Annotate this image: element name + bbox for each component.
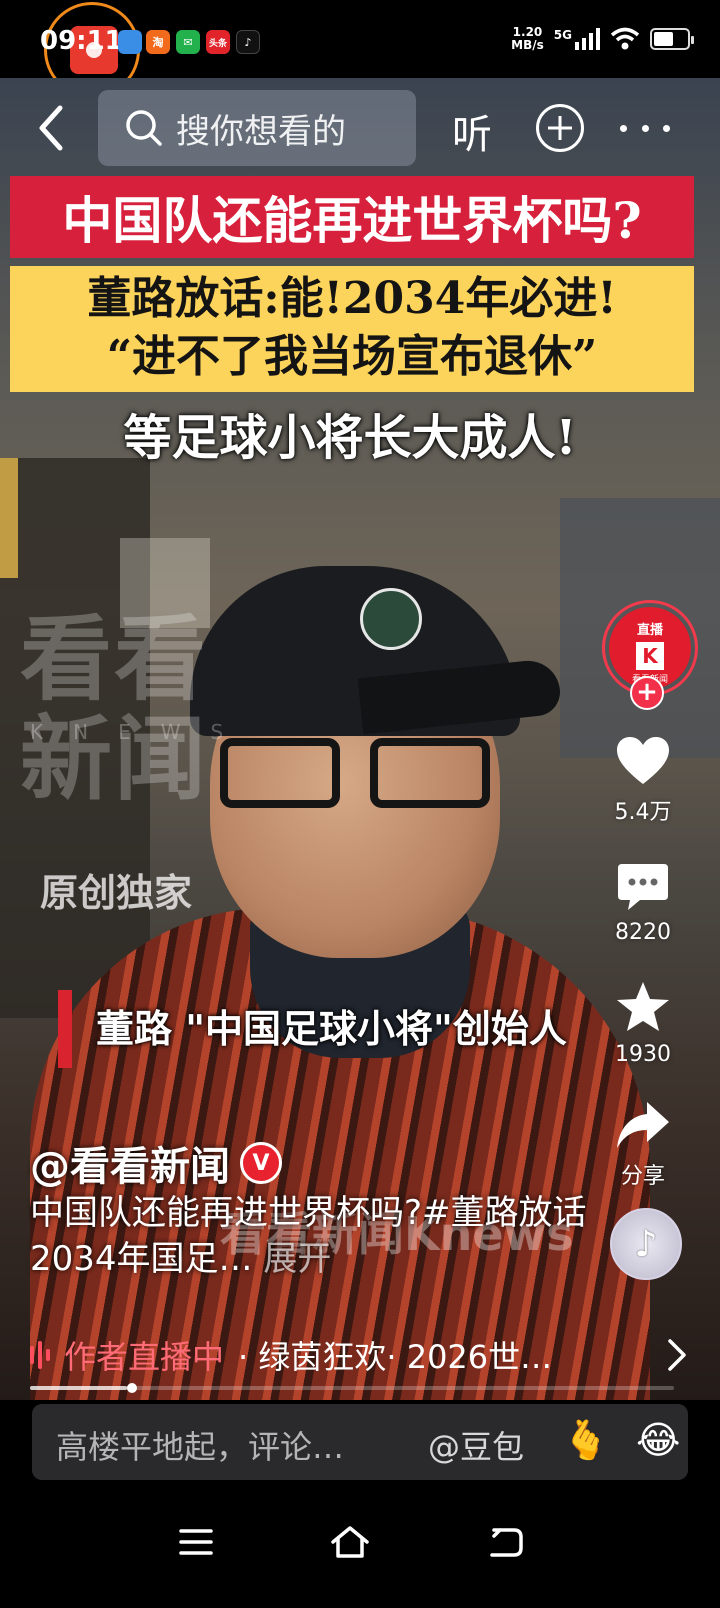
back-arrow-icon[interactable] (30, 102, 74, 154)
signal-icon (575, 28, 600, 50)
comment-count: 8220 (615, 920, 671, 945)
share-button[interactable]: 分享 (600, 1100, 686, 1190)
chevron-right-icon (668, 1339, 686, 1371)
music-disc-icon[interactable]: ♪ (610, 1208, 682, 1280)
share-label: 分享 (620, 1164, 665, 1189)
more-options-icon[interactable] (620, 108, 670, 148)
progress-fill (30, 1386, 127, 1390)
emoji-heart-hands-button[interactable]: 🫰 (562, 1418, 609, 1463)
mention-doubao-button[interactable]: @豆包 (428, 1422, 524, 1468)
watermark-logo: 看看新闻 (20, 606, 209, 813)
live-wave-icon (30, 1340, 50, 1370)
network-speed: 1.20 MB/s (511, 25, 544, 52)
playback-progress-bar[interactable] (30, 1383, 674, 1393)
home-icon[interactable] (318, 1510, 382, 1574)
live-tag: 直播 (636, 623, 663, 638)
cap-badge (360, 588, 422, 650)
network-type: 5G (553, 28, 572, 42)
status-bar: 09:11 淘 ✉ 头条 ♪ 1.20 MB/s 5G (0, 0, 720, 98)
listen-button[interactable]: 听 (452, 102, 492, 160)
author-row: @看看新闻 V (30, 1134, 282, 1192)
headline-yellow-line-2: “进不了我当场宣布退休” (106, 331, 598, 382)
headline-yellow-banner: 董路放话:能!2034年必进! “进不了我当场宣布退休” (10, 266, 694, 392)
status-time: 09:11 (40, 26, 123, 56)
notification-app-icon (118, 30, 142, 54)
top-nav: 搜你想看的 听 (0, 88, 720, 168)
live-info: · 绿茵狂欢· 2026世… (238, 1338, 553, 1376)
video-description[interactable]: 中国队还能再进世界杯吗?#董路放话2034年国足… 展开 (30, 1190, 590, 1282)
watermark-knews: KNEWS (30, 720, 254, 744)
favorite-count: 1930 (615, 1042, 671, 1067)
verified-badge-icon: V (240, 1142, 282, 1184)
wechat-notification-icon: ✉ (176, 30, 200, 54)
person-glasses (220, 738, 510, 818)
comment-placeholder: 高楼平地起，评论… (56, 1428, 345, 1466)
headline-red-banner: 中国队还能再进世界杯吗? (10, 176, 694, 258)
follow-button[interactable]: + (630, 676, 664, 710)
caption-text: 董路 "中国足球小将"创始人 (96, 1007, 567, 1051)
toutiao-notification-icon: 头条 (206, 30, 230, 54)
comment-input[interactable]: 高楼平地起，评论… @豆包 🫰 😂 (32, 1404, 688, 1480)
live-entry-strip[interactable]: 作者直播中 · 绿茵狂欢· 2026世… (30, 1326, 690, 1384)
lower-third-caption: 董路 "中国足球小将"创始人 (58, 990, 678, 1068)
comment-icon (618, 864, 668, 910)
author-name[interactable]: @看看新闻 (30, 1134, 230, 1192)
battery-icon (650, 28, 694, 50)
caption-accent-bar (58, 990, 72, 1068)
search-icon (126, 110, 162, 146)
menu-icon[interactable] (164, 1510, 228, 1574)
tiktok-notification-icon: ♪ (236, 30, 260, 54)
wifi-icon (610, 27, 640, 50)
taobao-notification-icon: 淘 (146, 30, 170, 54)
system-navigation-bar (0, 1494, 720, 1608)
heart-icon (617, 737, 669, 784)
emoji-laugh-button[interactable]: 😂 (636, 1418, 680, 1462)
comment-button[interactable]: 8220 (600, 862, 686, 945)
headline-white: 等足球小将长大成人! (123, 410, 577, 466)
background-light (0, 458, 18, 578)
back-icon[interactable] (474, 1510, 538, 1574)
live-label: 作者直播中 (64, 1338, 225, 1376)
search-input[interactable]: 搜你想看的 (98, 90, 416, 166)
knews-logo-icon: K (636, 642, 664, 670)
search-placeholder: 搜你想看的 (176, 111, 346, 152)
like-button[interactable]: 5.4万 (600, 736, 686, 826)
progress-knob[interactable] (126, 1383, 137, 1393)
star-icon (617, 982, 669, 1031)
share-arrow-icon (617, 1102, 669, 1148)
headline-yellow-line-1: 董路放话:能!2034年必进! (87, 273, 617, 324)
expand-link[interactable]: 展开 (263, 1239, 331, 1279)
watermark-original-exclusive: 原创独家 (40, 870, 193, 915)
add-icon[interactable] (536, 104, 584, 152)
like-count: 5.4万 (614, 800, 672, 825)
favorite-button[interactable]: 1930 (600, 980, 686, 1067)
